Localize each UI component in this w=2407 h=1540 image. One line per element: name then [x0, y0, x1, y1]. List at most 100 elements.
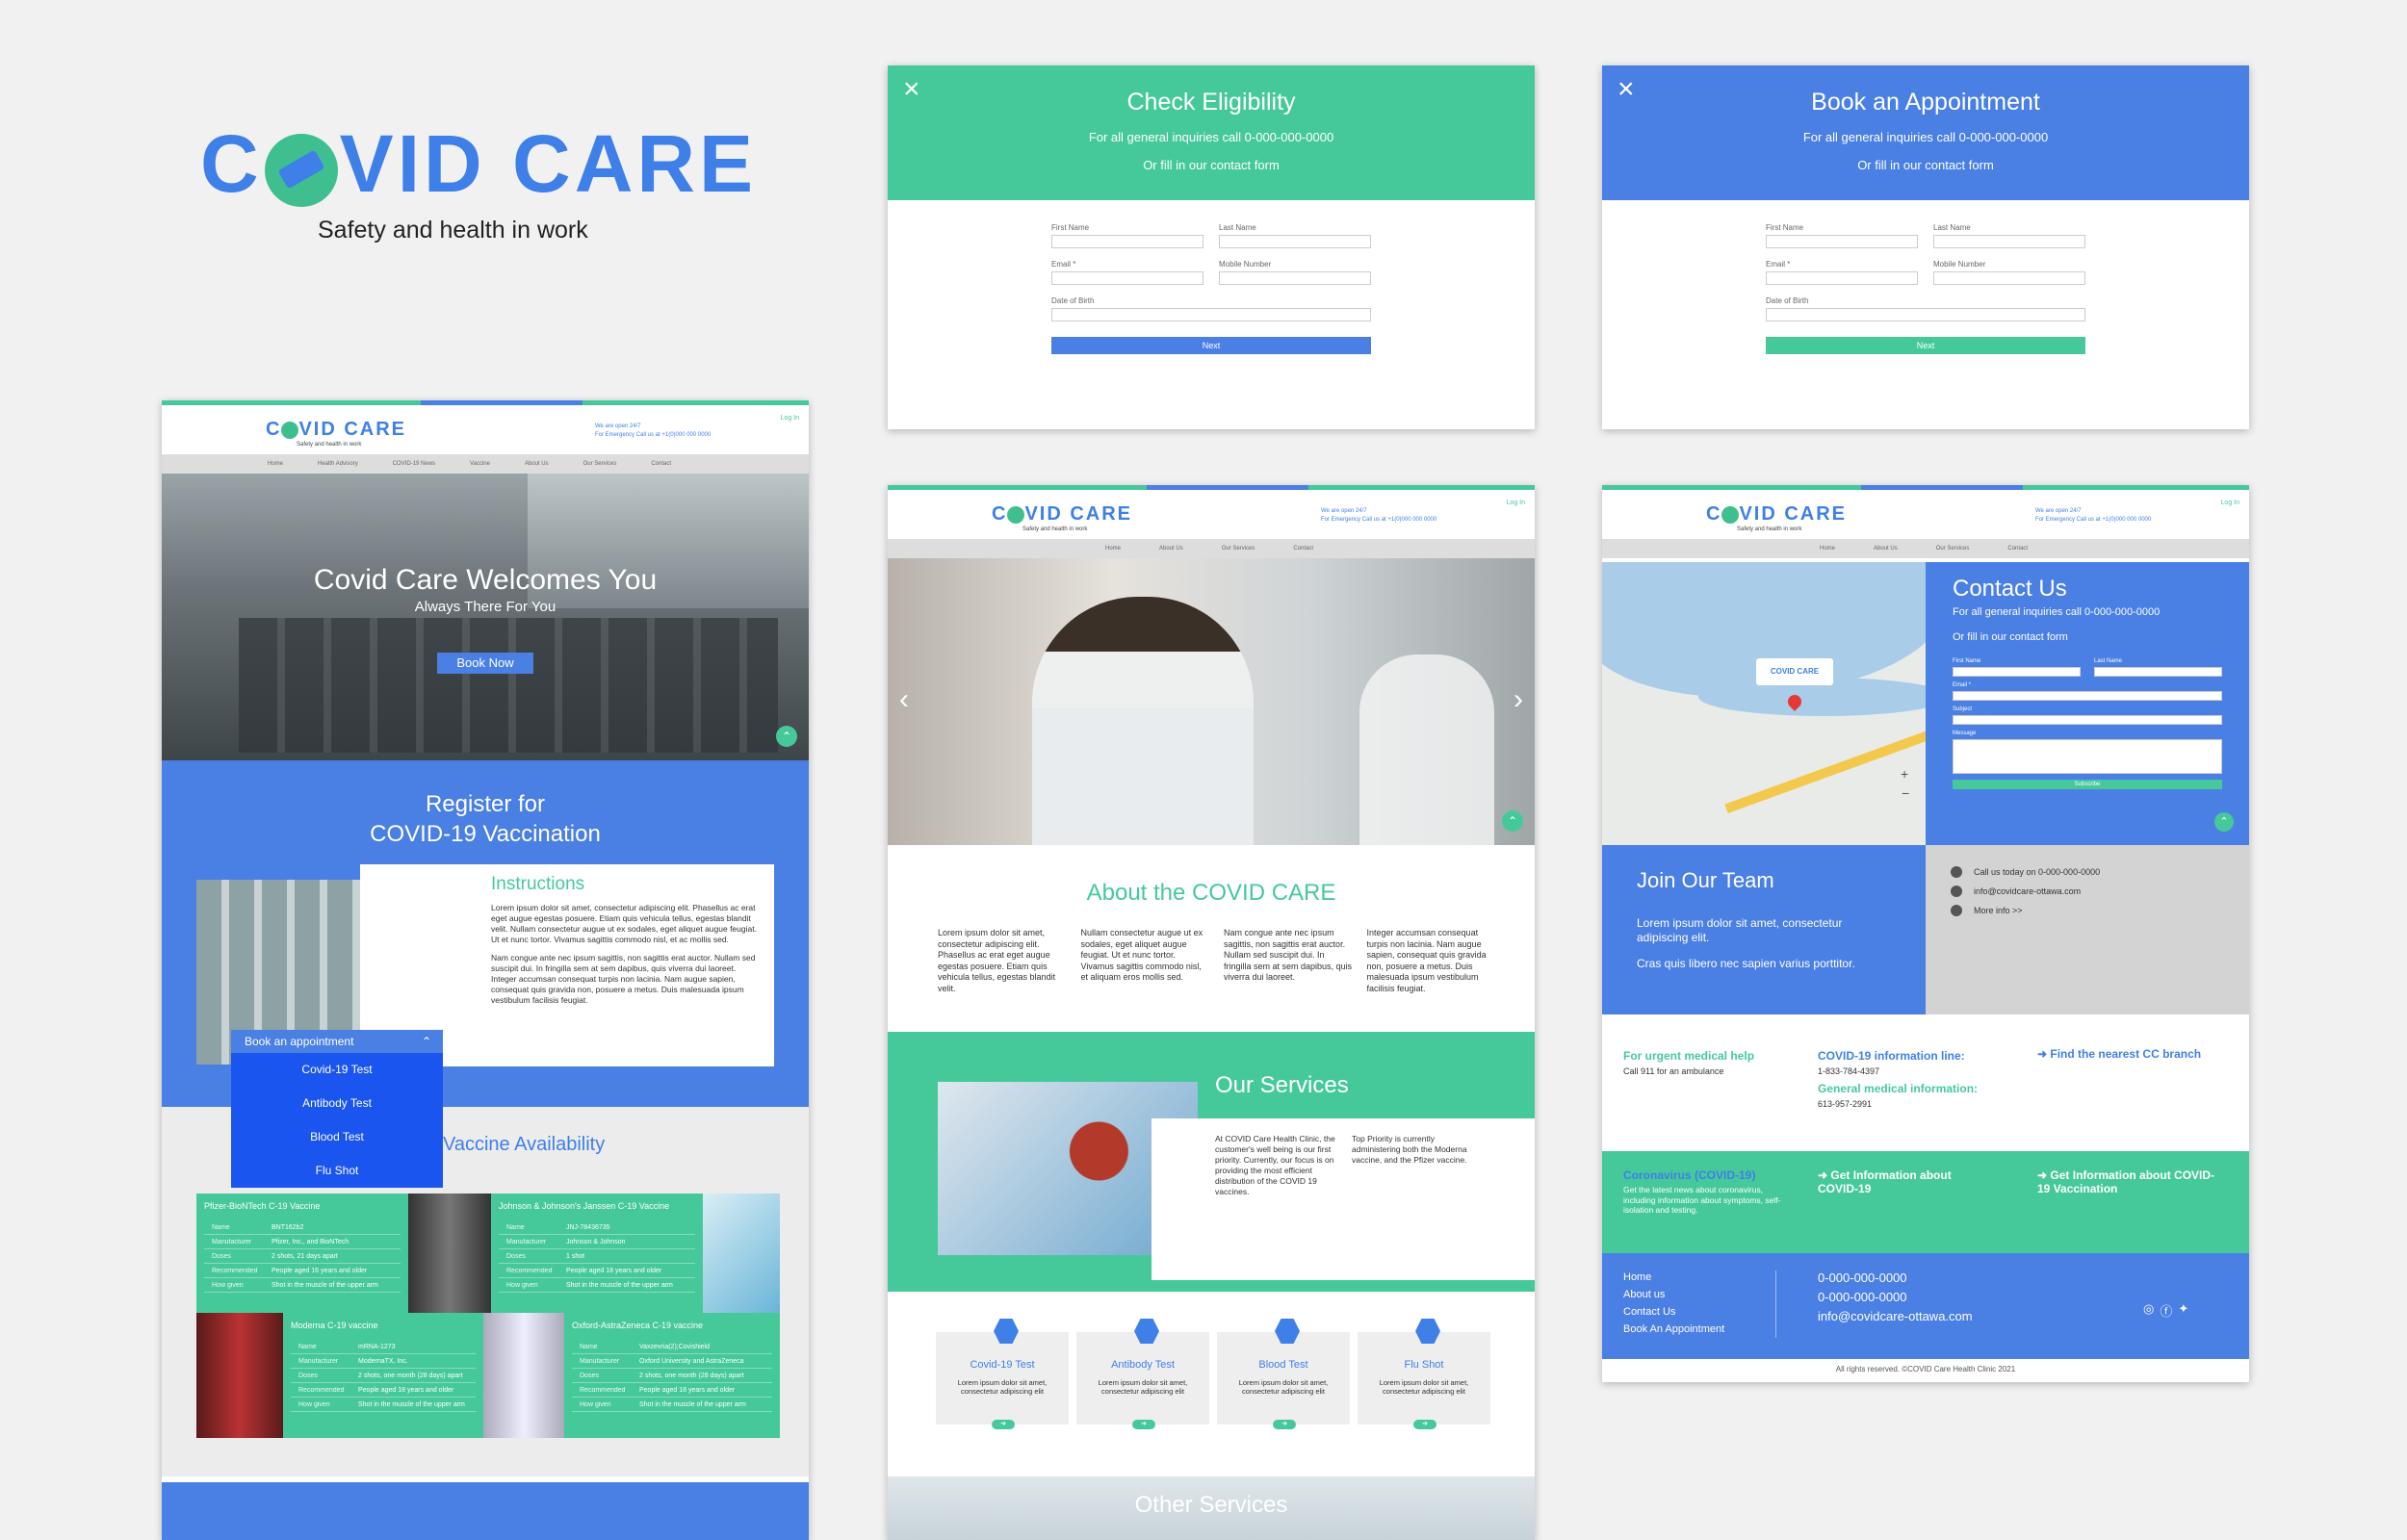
site-logo[interactable]: C VID CARE [266, 419, 406, 441]
twitter-icon[interactable]: ✦ [2178, 1301, 2188, 1320]
instagram-icon[interactable]: ◎ [2143, 1301, 2154, 1320]
dropdown-item-covid-test[interactable]: Covid-19 Test [231, 1053, 443, 1087]
email-label: Email * [1766, 260, 1791, 269]
info-email[interactable]: info@covidcare-ottawa.com [1974, 886, 2081, 896]
last-name-label: Last Name [1933, 223, 1971, 232]
nav-services[interactable]: Our Services [1222, 546, 1255, 552]
nav-about[interactable]: About Us [1874, 546, 1898, 552]
corona-desc: Get the latest news about coronavirus, i… [1623, 1185, 1781, 1215]
dropdown-item-flu-shot[interactable]: Flu Shot [231, 1154, 443, 1188]
modal-header: × Check Eligibility For all general inqu… [888, 65, 1535, 200]
service-card-antibody-test[interactable]: Antibody Test Lorem ipsum dolor sit amet,… [1076, 1319, 1209, 1429]
close-icon[interactable]: × [1618, 75, 1635, 104]
home-page-mockup: C VID CARE Safety and health in work We a… [162, 400, 809, 1540]
get-info-covid-link[interactable]: ➜ Get Information about COVID-19 [1818, 1168, 1981, 1195]
main-nav: Home About Us Our Services Contact [1602, 539, 2249, 558]
site-header: C VID CARE Safety and health in work We a… [1602, 485, 2249, 539]
close-icon[interactable]: × [903, 75, 920, 104]
footer-link-home[interactable]: Home [1623, 1269, 1724, 1286]
footer-link-contact[interactable]: Contact Us [1623, 1303, 1724, 1321]
nearest-branch-link[interactable]: ➜ Find the nearest CC branch [2037, 1047, 2201, 1061]
dropdown-item-blood-test[interactable]: Blood Test [231, 1120, 443, 1154]
mobile-field[interactable] [1219, 271, 1371, 285]
nav-vaccine[interactable]: Vaccine [470, 461, 490, 467]
subscribe-button[interactable]: Subscribe [1953, 780, 2222, 789]
nav-contact[interactable]: Contact [2007, 546, 2028, 552]
nav-covid-news[interactable]: COVID-19 News [393, 461, 435, 467]
dob-field[interactable] [1051, 308, 1371, 321]
service-card-flu-shot[interactable]: Flu Shot Lorem ipsum dolor sit amet, cons… [1358, 1319, 1490, 1429]
email-field[interactable] [1953, 691, 2222, 701]
footer-email[interactable]: info@covidcare-ottawa.com [1818, 1307, 1973, 1326]
nav-about[interactable]: About Us [1159, 546, 1183, 552]
first-name-field[interactable] [1051, 235, 1204, 248]
first-name-label: First Name [1766, 223, 1804, 232]
emergency-call: We are open 24/7 For Emergency Call us at… [2035, 508, 2152, 523]
get-info-vaccine-link[interactable]: ➜ Get Information about COVID-19 Vaccina… [2037, 1168, 2220, 1195]
next-button[interactable]: Next [1766, 337, 2085, 354]
first-name-field[interactable] [1766, 235, 1918, 248]
login-link[interactable]: Log In [1507, 500, 1525, 506]
scroll-top-icon[interactable]: ⌃ [1502, 810, 1523, 832]
arrow-right-icon[interactable]: ➜ [1273, 1420, 1296, 1429]
zoom-out-icon[interactable]: − [1902, 785, 1909, 801]
arrow-circle-icon: ➜ [2037, 1168, 2051, 1182]
nav-contact[interactable]: Contact [651, 461, 671, 467]
service-card-covid-test[interactable]: Covid-19 Test Lorem ipsum dolor sit amet,… [936, 1319, 1069, 1429]
scroll-top-icon[interactable]: ⌃ [776, 726, 797, 747]
nav-home[interactable]: Home [1105, 546, 1121, 552]
last-name-field[interactable] [2094, 667, 2222, 677]
service-card-blood-test[interactable]: Blood Test Lorem ipsum dolor sit amet, co… [1217, 1319, 1350, 1429]
nav-services[interactable]: Our Services [1936, 546, 1970, 552]
email-field[interactable] [1051, 271, 1204, 285]
dropdown-item-antibody-test[interactable]: Antibody Test [231, 1087, 443, 1120]
syringe-icon [1415, 1319, 1440, 1344]
arrow-right-icon[interactable]: ➜ [992, 1420, 1015, 1429]
service-card-title: Covid-19 Test [970, 1359, 1035, 1371]
brand-tagline: Safety and health in work [318, 217, 588, 244]
facebook-icon[interactable]: ⓕ [2160, 1301, 2172, 1320]
nav-home[interactable]: Home [268, 461, 283, 467]
arrow-right-icon[interactable]: ➜ [1132, 1420, 1155, 1429]
map-popup: COVID CARE [1756, 658, 1833, 685]
vaccine-row: Doses 2 shots, one month (28 days) apart [572, 1369, 772, 1383]
nav-home[interactable]: Home [1820, 546, 1835, 552]
last-name-field[interactable] [1933, 235, 2085, 248]
subject-field[interactable] [1953, 715, 2222, 725]
first-name-field[interactable] [1953, 667, 2081, 677]
message-field[interactable] [1953, 739, 2222, 774]
login-link[interactable]: Log In [2221, 500, 2239, 506]
more-info-link[interactable]: More info >> [1974, 906, 2023, 915]
dob-label: Date of Birth [1051, 296, 1095, 305]
vaccine-row: Manufacturer ModernaTX, Inc. [291, 1354, 476, 1369]
arrow-right-icon[interactable]: ➜ [1413, 1420, 1436, 1429]
vaccine-row: Manufacturer Pfizer, Inc., and BioNTech [204, 1235, 401, 1249]
vaccine-row: Recommended People aged 16 years and olde… [204, 1264, 401, 1278]
next-button[interactable]: Next [1051, 337, 1371, 354]
zoom-in-icon[interactable]: + [1901, 766, 1908, 782]
location-map[interactable]: COVID CARE + − [1602, 562, 1926, 845]
nav-services[interactable]: Our Services [583, 461, 617, 467]
nav-about[interactable]: About Us [525, 461, 549, 467]
email-field[interactable] [1766, 271, 1918, 285]
chevron-right-icon[interactable]: › [1514, 683, 1523, 716]
main-nav: Home About Us Our Services Contact [888, 539, 1535, 558]
site-logo[interactable]: C VID CARE [1706, 503, 1847, 526]
footer-link-about[interactable]: About us [1623, 1286, 1724, 1303]
login-link[interactable]: Log In [781, 415, 799, 422]
nav-contact[interactable]: Contact [1293, 546, 1313, 552]
nav-health-advisory[interactable]: Health Advisory [318, 461, 358, 467]
mobile-field[interactable] [1933, 271, 2085, 285]
vaccine-row: Doses 1 shot [499, 1249, 695, 1264]
dob-field[interactable] [1766, 308, 2085, 321]
last-name-field[interactable] [1219, 235, 1371, 248]
service-card-title: Antibody Test [1111, 1359, 1175, 1371]
chevron-left-icon[interactable]: ‹ [899, 683, 909, 716]
appointment-dropdown[interactable]: Book an appointment ⌃ [231, 1030, 443, 1053]
scroll-top-icon[interactable]: ⌃ [2214, 812, 2234, 832]
book-now-button[interactable]: Book Now [437, 653, 533, 674]
services-text-2: Top Priority is currently administering … [1352, 1134, 1467, 1165]
footer-link-book[interactable]: Book An Appointment [1623, 1321, 1724, 1338]
vaccine-row: Recommended People aged 18 years and olde… [291, 1383, 476, 1398]
site-logo[interactable]: C VID CARE [992, 503, 1132, 526]
